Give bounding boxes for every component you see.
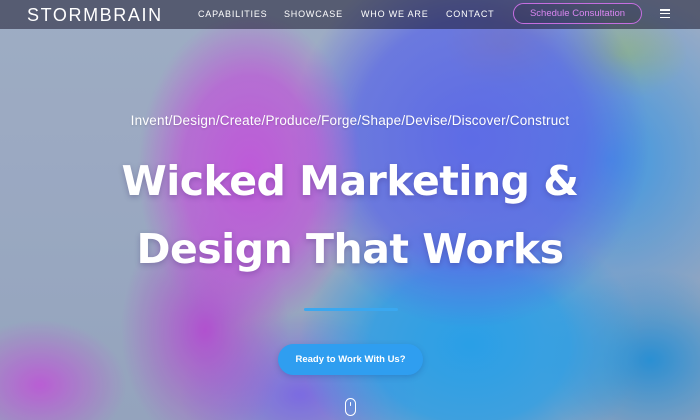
hero-tagline: Invent/Design/Create/Produce/Forge/Shape… [130,113,570,128]
schedule-consultation-button[interactable]: Schedule Consultation [513,3,642,24]
stormbrain-logo[interactable]: STORMBRAIN [27,5,163,26]
ready-to-work-button[interactable]: Ready to Work With Us? [278,344,423,375]
top-navigation-bar: STORMBRAIN CAPABILITIES SHOWCASE WHO WE … [0,0,700,29]
hero-headline-line-1: Wicked Marketing & [121,157,579,205]
nav-contact[interactable]: CONTACT [446,9,494,19]
nav-capabilities[interactable]: CAPABILITIES [198,9,267,19]
headline-divider [304,308,398,311]
hamburger-menu-icon[interactable] [660,9,670,19]
nav-who-we-are[interactable]: WHO WE ARE [361,9,429,19]
nav-showcase[interactable]: SHOWCASE [284,9,343,19]
mouse-scroll-icon[interactable] [345,398,356,416]
hero-headline-line-2: Design That Works [136,225,564,273]
